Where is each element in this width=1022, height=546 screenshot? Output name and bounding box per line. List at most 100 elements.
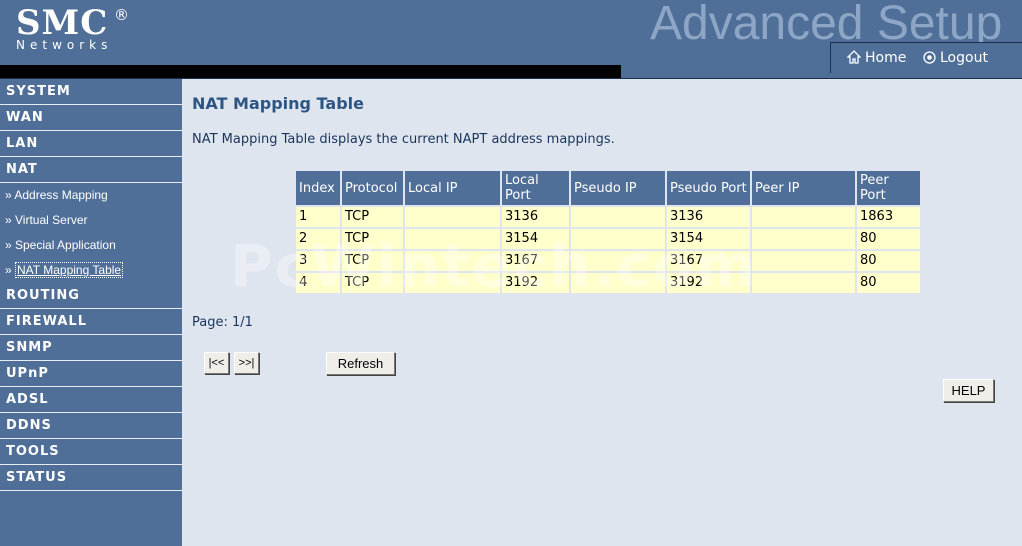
table-cell: 1 xyxy=(296,207,340,227)
smc-logo: SMC ® Networks xyxy=(16,3,129,52)
table-cell: 3136 xyxy=(502,207,569,227)
column-header: Peer IP xyxy=(752,171,855,205)
table-cell: 3154 xyxy=(667,229,750,249)
table-cell: 3192 xyxy=(667,273,750,293)
table-cell xyxy=(405,273,500,293)
logout-icon xyxy=(923,51,936,64)
page-description: NAT Mapping Table displays the current N… xyxy=(192,132,615,147)
sidebar-item-nat[interactable]: NAT xyxy=(0,157,182,183)
table-cell: 2 xyxy=(296,229,340,249)
sidebar-item-label: DDNS xyxy=(6,418,52,433)
sidebar-item-label: ADSL xyxy=(6,392,49,407)
sidebar-item-lan[interactable]: LAN xyxy=(0,131,182,157)
page-label: Page: xyxy=(192,315,228,330)
sidebar-item-virtual-server[interactable]: » Virtual Server xyxy=(0,208,182,233)
table-cell xyxy=(752,229,855,249)
last-page-button[interactable]: >>| xyxy=(234,352,259,374)
sidebar-item-wan[interactable]: WAN xyxy=(0,105,182,131)
sidebar-item-adsl[interactable]: ADSL xyxy=(0,387,182,413)
column-header: Local IP xyxy=(405,171,500,205)
sidebar-item-label: LAN xyxy=(6,136,39,151)
sidebar-item-upnp[interactable]: UPnP xyxy=(0,361,182,387)
table-cell: 80 xyxy=(857,273,920,293)
table-cell xyxy=(752,207,855,227)
table-cell: 3 xyxy=(296,251,340,271)
table-cell xyxy=(405,229,500,249)
table-cell: TCP xyxy=(342,251,403,271)
sidebar-item-label: SYSTEM xyxy=(6,84,71,99)
sidebar-item-prefix: » xyxy=(5,263,16,277)
logout-label: Logout xyxy=(940,50,988,66)
sidebar-item-status[interactable]: STATUS xyxy=(0,465,182,491)
column-header: Index xyxy=(296,171,340,205)
table-cell: 1863 xyxy=(857,207,920,227)
sidebar-item-label: NAT Mapping Table xyxy=(15,262,124,278)
header-divider-bar xyxy=(0,65,621,78)
help-button[interactable]: HELP xyxy=(943,379,994,402)
table-cell xyxy=(405,251,500,271)
table-cell xyxy=(571,207,665,227)
table-cell xyxy=(405,207,500,227)
table-body: 1 TCP 3136 3136 1863 2 TCP 3154 3154 80 3 TCP 3167 31… xyxy=(296,207,920,293)
column-header: Local Port xyxy=(502,171,569,205)
refresh-button[interactable]: Refresh xyxy=(326,352,395,375)
table-cell: 3167 xyxy=(502,251,569,271)
sidebar-item-snmp[interactable]: SNMP xyxy=(0,335,182,361)
column-header: Pseudo Port xyxy=(667,171,750,205)
table-cell xyxy=(571,229,665,249)
column-header: Pseudo IP xyxy=(571,171,665,205)
table-cell xyxy=(752,251,855,271)
page-indicator: Page: 1/1 xyxy=(192,315,253,330)
sidebar-item-label: STATUS xyxy=(6,470,68,485)
table-cell: 3136 xyxy=(667,207,750,227)
sidebar-item-label: TOOLS xyxy=(6,444,60,459)
table-cell: 3192 xyxy=(502,273,569,293)
registered-mark: ® xyxy=(114,6,129,24)
sidebar-item-nat-mapping-table[interactable]: » NAT Mapping Table xyxy=(0,258,182,283)
home-label: Home xyxy=(865,50,907,66)
table-cell: TCP xyxy=(342,273,403,293)
table-row: 1 TCP 3136 3136 1863 xyxy=(296,207,920,227)
sidebar-item-system[interactable]: SYSTEM xyxy=(0,79,182,105)
sidebar-item-label: » Address Mapping xyxy=(5,188,108,202)
table-cell: 3167 xyxy=(667,251,750,271)
home-icon xyxy=(846,50,862,64)
logo-subtitle: Networks xyxy=(16,38,113,52)
sidebar-item-label: FIREWALL xyxy=(6,314,87,329)
sidebar-item-tools[interactable]: TOOLS xyxy=(0,439,182,465)
nat-mapping-table: Index Protocol Local IP Local Port Pseudo IP… xyxy=(294,169,922,295)
logo-text: SMC xyxy=(16,3,109,43)
sidebar-item-label: UPnP xyxy=(6,366,49,381)
page-title: NAT Mapping Table xyxy=(192,94,364,113)
sidebar-item-label: ROUTING xyxy=(6,288,80,303)
table-cell: 80 xyxy=(857,229,920,249)
home-link[interactable]: Home xyxy=(846,50,907,66)
table-row: 2 TCP 3154 3154 80 xyxy=(296,229,920,249)
table-cell: TCP xyxy=(342,229,403,249)
sidebar-item-label: WAN xyxy=(6,110,44,125)
sidebar-item-firewall[interactable]: FIREWALL xyxy=(0,309,182,335)
sidebar-item-special-application[interactable]: » Special Application xyxy=(0,233,182,258)
header-bar: SMC ® Networks Advanced Setup Home Logou… xyxy=(0,0,1022,79)
sidebar-item-ddns[interactable]: DDNS xyxy=(0,413,182,439)
logout-link[interactable]: Logout xyxy=(923,50,988,66)
column-header: Protocol xyxy=(342,171,403,205)
table-cell xyxy=(752,273,855,293)
table-cell xyxy=(571,251,665,271)
column-header: Peer Port xyxy=(857,171,920,205)
table-cell xyxy=(571,273,665,293)
first-page-button[interactable]: |<< xyxy=(204,352,229,374)
sidebar-menu: SYSTEM WAN LAN NAT » Address Mapping » Virtua… xyxy=(0,79,182,546)
sidebar-item-address-mapping[interactable]: » Address Mapping xyxy=(0,183,182,208)
sidebar-item-label: SNMP xyxy=(6,340,53,355)
sidebar-item-label: » Virtual Server xyxy=(5,213,88,227)
sidebar-item-label: NAT xyxy=(6,162,38,177)
table-row: 4 TCP 3192 3192 80 xyxy=(296,273,920,293)
table-cell: 4 xyxy=(296,273,340,293)
table-cell: 80 xyxy=(857,251,920,271)
table-row: 3 TCP 3167 3167 80 xyxy=(296,251,920,271)
sidebar-item-routing[interactable]: ROUTING xyxy=(0,283,182,309)
table-cell: 3154 xyxy=(502,229,569,249)
sidebar-item-label: » Special Application xyxy=(5,238,116,252)
header-links: Home Logout xyxy=(830,42,1022,73)
